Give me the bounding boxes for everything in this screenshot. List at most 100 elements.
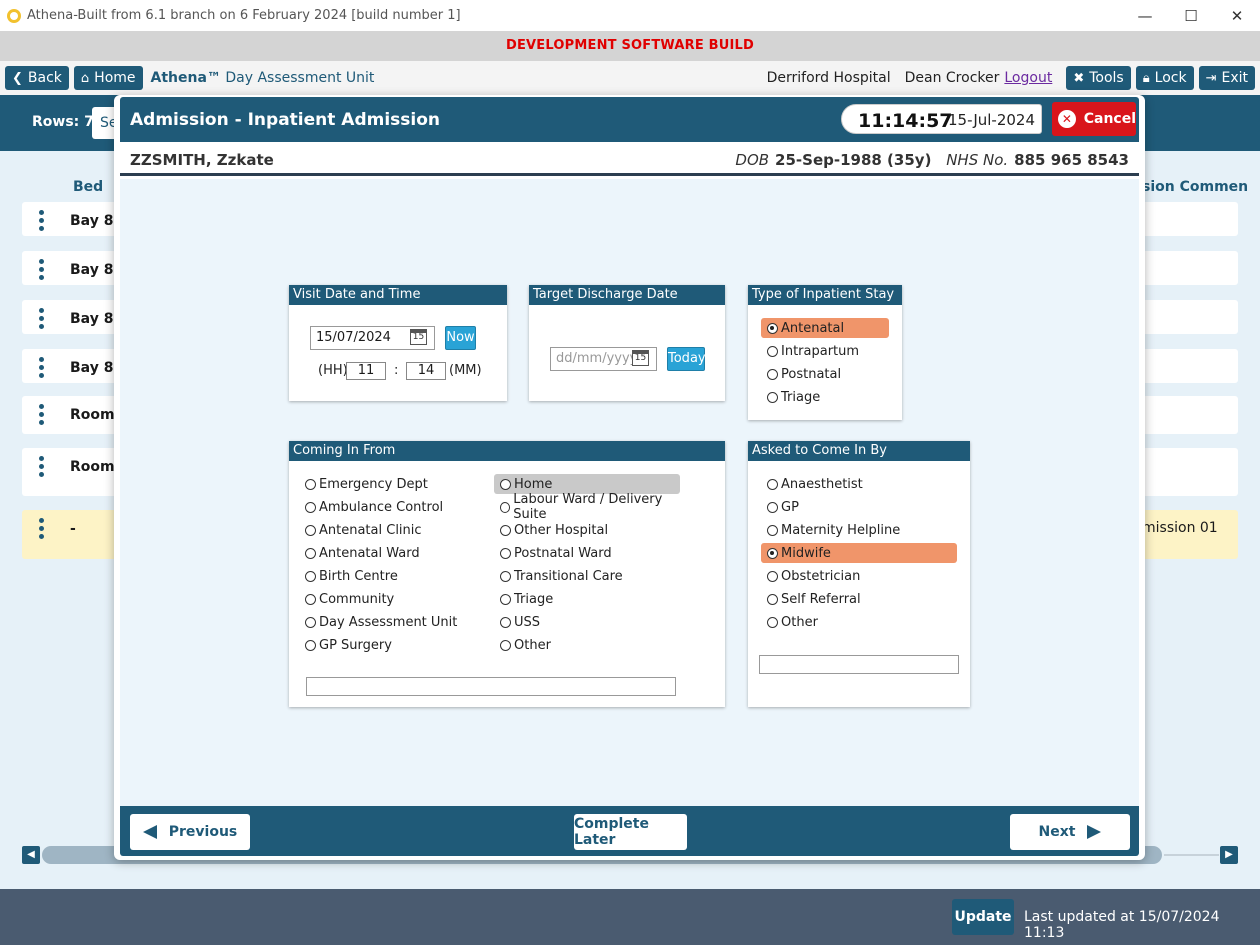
radio-icon — [305, 547, 316, 559]
radio-icon — [767, 616, 778, 628]
radio-triage[interactable]: Triage — [761, 387, 889, 407]
radio-label: Home — [514, 476, 553, 492]
radio-community[interactable]: Community — [299, 589, 479, 609]
time-separator: : — [394, 363, 399, 378]
last-updated-text: Last updated at 15/07/2024 11:13 — [1024, 909, 1220, 941]
lock-label: Lock — [1154, 70, 1187, 86]
exit-button[interactable]: ⇥ Exit — [1198, 66, 1255, 90]
radio-ambulance-control[interactable]: Ambulance Control — [299, 497, 479, 517]
radio-label: Triage — [514, 591, 554, 607]
hour-input[interactable]: 11 — [346, 362, 386, 380]
lock-button[interactable]: 🔒︎ Lock — [1135, 66, 1194, 90]
radio-icon — [767, 368, 778, 380]
radio-uss[interactable]: USS — [494, 612, 680, 632]
complete-later-button[interactable]: Complete Later — [574, 814, 687, 850]
back-button[interactable]: ❮ Back — [5, 66, 69, 90]
tools-button[interactable]: ✖ Tools — [1066, 66, 1131, 90]
radio-other-source[interactable]: Other — [494, 635, 680, 655]
radio-icon — [305, 616, 316, 628]
radio-transitional-care[interactable]: Transitional Care — [494, 566, 680, 586]
radio-midwife[interactable]: Midwife — [761, 543, 957, 563]
radio-gp-surgery[interactable]: GP Surgery — [299, 635, 479, 655]
calendar-icon[interactable]: 15 — [410, 329, 427, 345]
kebab-menu-icon[interactable] — [39, 456, 44, 480]
current-date: 15-Jul-2024 — [948, 111, 1036, 129]
next-button[interactable]: Next — [1010, 814, 1130, 850]
minute-input[interactable]: 14 — [406, 362, 446, 380]
scroll-right-icon[interactable]: ▶ — [1220, 846, 1238, 864]
previous-button[interactable]: Previous — [130, 814, 250, 850]
radio-icon — [500, 524, 511, 536]
back-label: Back — [27, 70, 62, 86]
radio-label: Antenatal Clinic — [319, 522, 422, 538]
radio-label: Labour Ward / Delivery Suite — [513, 492, 663, 522]
radio-icon — [767, 593, 778, 605]
close-circle-icon: ✕ — [1058, 110, 1076, 128]
radio-gp[interactable]: GP — [761, 497, 957, 517]
minimize-icon[interactable]: — — [1122, 0, 1168, 31]
panel-title: Type of Inpatient Stay — [748, 285, 902, 305]
asked-by-other-input[interactable] — [759, 655, 959, 674]
radio-other-hospital[interactable]: Other Hospital — [494, 520, 680, 540]
bed-label: - — [70, 521, 76, 537]
radio-label: USS — [514, 614, 541, 630]
radio-home[interactable]: Home — [494, 474, 680, 494]
radio-icon — [767, 501, 778, 513]
coming-from-other-input[interactable] — [306, 677, 676, 696]
radio-anaesthetist[interactable]: Anaesthetist — [761, 474, 957, 494]
radio-postnatal[interactable]: Postnatal — [761, 364, 889, 384]
radio-icon — [305, 501, 316, 513]
kebab-menu-icon[interactable] — [39, 259, 44, 283]
radio-emergency-dept[interactable]: Emergency Dept — [299, 474, 479, 494]
window-controls: — ☐ ✕ — [1122, 0, 1260, 31]
radio-antenatal-ward[interactable]: Antenatal Ward — [299, 543, 479, 563]
update-button[interactable]: Update — [952, 899, 1014, 935]
arrow-left-icon — [142, 825, 157, 839]
mm-label: (MM) — [449, 363, 482, 378]
radio-icon — [767, 478, 778, 490]
today-button[interactable]: Today — [667, 347, 706, 371]
radio-label: Birth Centre — [319, 568, 398, 584]
nhs-label: NHS No. — [946, 151, 1009, 169]
radio-label: GP Surgery — [319, 637, 392, 653]
kebab-menu-icon[interactable] — [39, 404, 44, 428]
radio-antenatal-clinic[interactable]: Antenatal Clinic — [299, 520, 479, 540]
kebab-menu-icon[interactable] — [39, 518, 44, 542]
radio-antenatal[interactable]: Antenatal — [761, 318, 889, 338]
radio-postnatal-ward[interactable]: Postnatal Ward — [494, 543, 680, 563]
modal-footer: Previous Complete Later Next — [120, 806, 1139, 856]
home-button[interactable]: ⌂ Home — [73, 66, 143, 90]
radio-self-referral[interactable]: Self Referral — [761, 589, 957, 609]
tools-label: Tools — [1089, 70, 1124, 86]
logout-link[interactable]: Logout — [1004, 70, 1052, 86]
radio-obstetrician[interactable]: Obstetrician — [761, 566, 957, 586]
radio-label: Other Hospital — [514, 522, 609, 538]
kebab-menu-icon[interactable] — [39, 308, 44, 332]
maximize-icon[interactable]: ☐ — [1168, 0, 1214, 31]
radio-birth-centre[interactable]: Birth Centre — [299, 566, 479, 586]
close-window-icon[interactable]: ✕ — [1214, 0, 1260, 31]
calendar-icon[interactable]: 15 — [632, 350, 649, 366]
nhs-value: 885 965 8543 — [1014, 151, 1129, 169]
development-banner: DEVELOPMENT SOFTWARE BUILD — [0, 31, 1260, 61]
radio-intrapartum[interactable]: Intrapartum — [761, 341, 889, 361]
radio-label: Other — [514, 637, 551, 653]
radio-label: Day Assessment Unit — [319, 614, 458, 630]
radio-triage-source[interactable]: Triage — [494, 589, 680, 609]
radio-selected-icon — [767, 547, 778, 559]
kebab-menu-icon[interactable] — [39, 357, 44, 381]
radio-day-assessment-unit[interactable]: Day Assessment Unit — [299, 612, 479, 632]
scroll-left-icon[interactable]: ◀ — [22, 846, 40, 864]
cancel-button[interactable]: ✕ Cancel — [1052, 102, 1136, 136]
previous-label: Previous — [168, 824, 238, 840]
radio-other-referrer[interactable]: Other — [761, 612, 957, 632]
radio-maternity-helpline[interactable]: Maternity Helpline — [761, 520, 957, 540]
discharge-date-panel: Target Discharge Date dd/mm/yyyy 15 Toda… — [529, 285, 725, 401]
kebab-menu-icon[interactable] — [39, 210, 44, 234]
app-brand: Athena™ Day Assessment Unit — [151, 70, 375, 86]
radio-labour-ward[interactable]: Labour Ward / Delivery Suite — [494, 492, 684, 522]
nav-right: Derriford Hospital Dean Crocker Logout ✖… — [767, 61, 1260, 95]
radio-icon — [305, 570, 316, 582]
radio-label: Other — [781, 614, 818, 630]
now-button[interactable]: Now — [445, 326, 476, 350]
